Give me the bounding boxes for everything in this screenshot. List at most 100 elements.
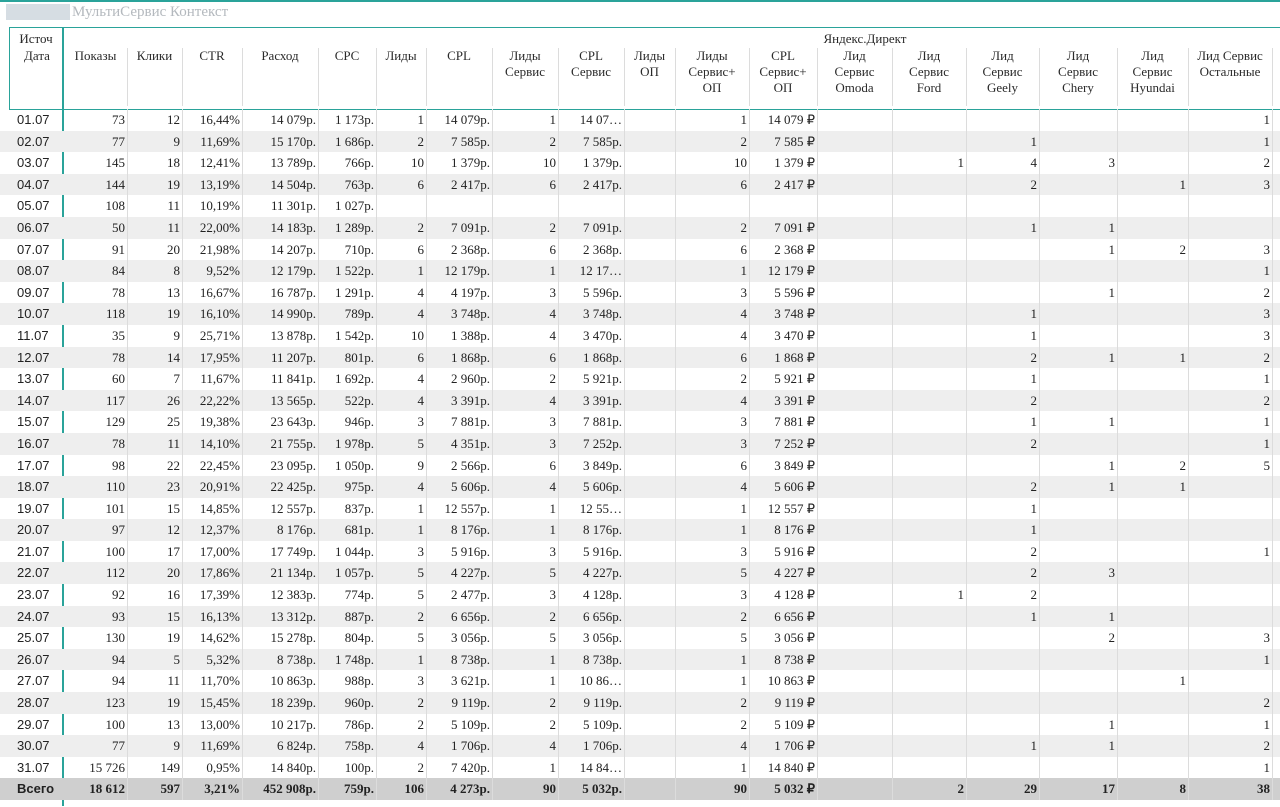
table-row[interactable]: 11.07 35 9 25,71% 13 878р. 1 542р. 10 1 388р. 4 3… <box>0 324 1280 347</box>
cell-leads: 1 <box>417 500 425 516</box>
column-header-leads-op[interactable]: Лиды ОП <box>624 48 675 80</box>
column-header-lead-geely[interactable]: Лид Сервис Geely <box>966 48 1039 96</box>
table-row[interactable]: 27.07 94 11 11,70% 10 863р. 988р. 3 3 621р. 1 10 … <box>0 670 1280 693</box>
cell-lead-omoda <box>817 476 892 498</box>
table-row[interactable]: 24.07 93 15 16,13% 13 312р. 887р. 2 6 656р. 2 6 6… <box>0 605 1280 628</box>
cell-leads-service: 6 <box>549 241 557 257</box>
cell-leads: 106 <box>404 781 425 797</box>
cell-lead-ford <box>892 714 966 736</box>
cell-impressions: 15 726 <box>89 759 125 775</box>
cell-cpl: 12 557р. <box>444 500 491 516</box>
column-header-ctr[interactable]: CTR <box>182 48 242 64</box>
cell-lead-omoda <box>817 714 892 736</box>
cell-cpl-service <box>558 195 624 217</box>
column-header-cpl-service-op[interactable]: CPL Сервис+ ОП <box>749 48 817 96</box>
cell-cpc: 960р. <box>344 695 374 711</box>
cell-cpc: 763р. <box>344 176 374 192</box>
cell-clicks: 12 <box>167 522 180 538</box>
cell-cpl-service-op: 12 557 ₽ <box>767 500 815 516</box>
table-row[interactable]: 15.07 129 25 19,38% 23 643р. 946р. 3 7 881р. 3 7 … <box>0 411 1280 433</box>
data-table-body: 01.07 73 12 16,44% 14 079р. 1 173р. 1 14 079р. 1… <box>0 109 1280 801</box>
table-row[interactable]: 13.07 60 7 11,67% 11 841р. 1 692р. 4 2 960р. 2 5 … <box>0 368 1280 390</box>
table-row[interactable]: 01.07 73 12 16,44% 14 079р. 1 173р. 1 14 079р. 1… <box>0 109 1280 131</box>
column-header-spend[interactable]: Расход <box>242 48 318 64</box>
cell-cpl-service: 1 379р. <box>583 155 622 171</box>
cell-cpl-service: 3 470р. <box>583 327 622 343</box>
cell-lead-omoda <box>817 347 892 369</box>
table-row[interactable]: 03.07 145 18 12,41% 13 789р. 766р. 10 1 379р. 10… <box>0 152 1280 174</box>
table-row[interactable]: 30.07 77 9 11,69% 6 824р. 758р. 4 1 706р. 4 1 706… <box>0 735 1280 757</box>
cell-clicks: 20 <box>167 241 180 257</box>
table-row[interactable]: 09.07 78 13 16,67% 16 787р. 1 291р. 4 4 197р. 3 5… <box>0 281 1280 304</box>
table-row[interactable]: 23.07 92 16 17,39% 12 383р. 774р. 5 2 477р. 3 4 1… <box>0 584 1280 606</box>
table-row[interactable]: 10.07 118 19 16,10% 14 990р. 789р. 4 3 748р. 4 3 … <box>0 303 1280 325</box>
column-header-lead-other[interactable]: Лид Сервис Остальные <box>1188 48 1272 80</box>
table-row[interactable]: 19.07 101 15 14,85% 12 557р. 837р. 1 12 557р. 1 1… <box>0 497 1280 520</box>
table-row[interactable]: 04.07 144 19 13,19% 14 504р. 763р. 6 2 417р. 6 2 … <box>0 173 1280 196</box>
table-row[interactable]: 17.07 98 22 22,45% 23 095р. 1 050р. 9 2 566р. 6 3… <box>0 454 1280 477</box>
cell-lead-chery: 1 <box>1108 716 1116 732</box>
column-header-clicks[interactable]: Клики <box>127 48 182 64</box>
table-row[interactable]: 12.07 78 14 17,95% 11 207р. 801р. 6 1 868р. 6 1 8… <box>0 346 1280 369</box>
cell-lead-geely <box>966 692 1039 714</box>
cell-ctr: 0,95% <box>206 759 240 775</box>
column-header-lead-omoda[interactable]: Лид Сервис Omoda <box>817 48 892 96</box>
cell-cpl-service-op: 12 179 ₽ <box>767 263 815 279</box>
table-row[interactable]: 16.07 78 11 14,10% 21 755р. 1 978р. 5 4 351р. 3 7… <box>0 432 1280 455</box>
table-row[interactable]: 05.07 108 11 10,19% 11 301р. 1 027р. <box>0 195 1280 217</box>
column-header-lead-hyundai[interactable]: Лид Сервис Hyundai <box>1117 48 1188 96</box>
cell-date: 27.07 <box>17 673 50 689</box>
cell-lead-hyundai: 1 <box>1179 176 1187 192</box>
table-row[interactable]: 28.07 123 19 15,45% 18 239р. 960р. 2 9 119р. 2 9 … <box>0 692 1280 714</box>
table-row[interactable]: 31.07 15 726 149 0,95% 14 840р. 100р. 2 7 420р.… <box>0 756 1280 779</box>
cell-leads-service-op: 4 <box>740 738 748 754</box>
cell-leads-op <box>624 174 675 196</box>
table-row[interactable]: 22.07 112 20 17,86% 21 134р. 1 057р. 5 4 227р. 5… <box>0 562 1280 585</box>
cell-leads-op <box>624 195 675 217</box>
cell-lead-chery <box>1039 195 1117 217</box>
column-header-cpl-service[interactable]: CPL Сервис <box>558 48 624 80</box>
cell-cpc: 837р. <box>344 500 374 516</box>
cell-cpc: 759р. <box>344 781 374 797</box>
table-row[interactable]: 18.07 110 23 20,91% 22 425р. 975р. 4 5 606р. 4 5 … <box>0 476 1280 498</box>
table-row[interactable]: 02.07 77 9 11,69% 15 170р. 1 686р. 2 7 585р. 2 7 … <box>0 130 1280 153</box>
cell-leads-service: 4 <box>549 327 557 343</box>
cell-leads: 1 <box>417 112 425 127</box>
cell-cpl-service: 4 227р. <box>583 565 622 581</box>
column-header-impressions[interactable]: Показы <box>64 48 127 64</box>
cell-ctr: 5,32% <box>206 651 240 667</box>
table-row[interactable]: 20.07 97 12 12,37% 8 176р. 681р. 1 8 176р. 1 8 17… <box>0 519 1280 541</box>
cell-cpc: 804р. <box>344 630 374 646</box>
column-header-lead-chery[interactable]: Лид Сервис Chery <box>1039 48 1117 96</box>
column-header-cpc[interactable]: CPC <box>318 48 376 64</box>
column-header-lead-ford[interactable]: Лид Сервис Ford <box>892 48 966 96</box>
table-row[interactable]: 08.07 84 8 9,52% 12 179р. 1 522р. 1 12 179р. 1 12… <box>0 260 1280 282</box>
cell-ctr: 16,13% <box>199 608 240 624</box>
column-header-leads-service-op[interactable]: Лиды Сервис+ ОП <box>675 48 749 96</box>
column-header-leads[interactable]: Лиды <box>376 48 426 64</box>
cell-lead-ford <box>892 670 966 692</box>
table-row[interactable]: 26.07 94 5 5,32% 8 738р. 1 748р. 1 8 738р. 1 8 73… <box>0 648 1280 671</box>
cell-ctr: 22,45% <box>199 457 240 473</box>
column-header-date[interactable]: Дата <box>14 48 60 64</box>
table-row[interactable]: 14.07 117 26 22,22% 13 565р. 522р. 4 3 391р. 4 3 … <box>0 389 1280 412</box>
total-row[interactable]: Всего 18 612 597 3,21% 452 908р. 759р. 106 4 27… <box>0 778 1280 801</box>
cell-lead-hyundai: 1 <box>1179 349 1187 365</box>
cell-lead-other: 2 <box>1263 349 1271 365</box>
column-divider <box>1272 303 1273 325</box>
cell-leads <box>376 195 426 217</box>
cell-lead-chery: 1 <box>1108 284 1116 300</box>
cell-impressions: 78 <box>112 349 125 365</box>
table-row[interactable]: 25.07 130 19 14,62% 15 278р. 804р. 5 3 056р. 5 3 … <box>0 627 1280 649</box>
column-header-leads-service[interactable]: Лиды Сервис <box>492 48 558 80</box>
cell-lead-other <box>1188 195 1272 217</box>
cell-date: 22.07 <box>17 565 50 581</box>
cell-spend: 18 239р. <box>270 695 317 711</box>
column-header-cpl[interactable]: CPL <box>426 48 492 64</box>
cell-date: 01.07 <box>17 112 50 127</box>
table-row[interactable]: 07.07 91 20 21,98% 14 207р. 710р. 6 2 368р. 6 2 3… <box>0 238 1280 261</box>
table-row[interactable]: 21.07 100 17 17,00% 17 749р. 1 044р. 3 5 916р. 3… <box>0 540 1280 563</box>
table-row[interactable]: 29.07 100 13 13,00% 10 217р. 786р. 2 5 109р. 2 5 … <box>0 713 1280 736</box>
cell-lead-hyundai <box>1117 735 1188 757</box>
table-row[interactable]: 06.07 50 11 22,00% 14 183р. 1 289р. 2 7 091р. 2 7… <box>0 216 1280 239</box>
